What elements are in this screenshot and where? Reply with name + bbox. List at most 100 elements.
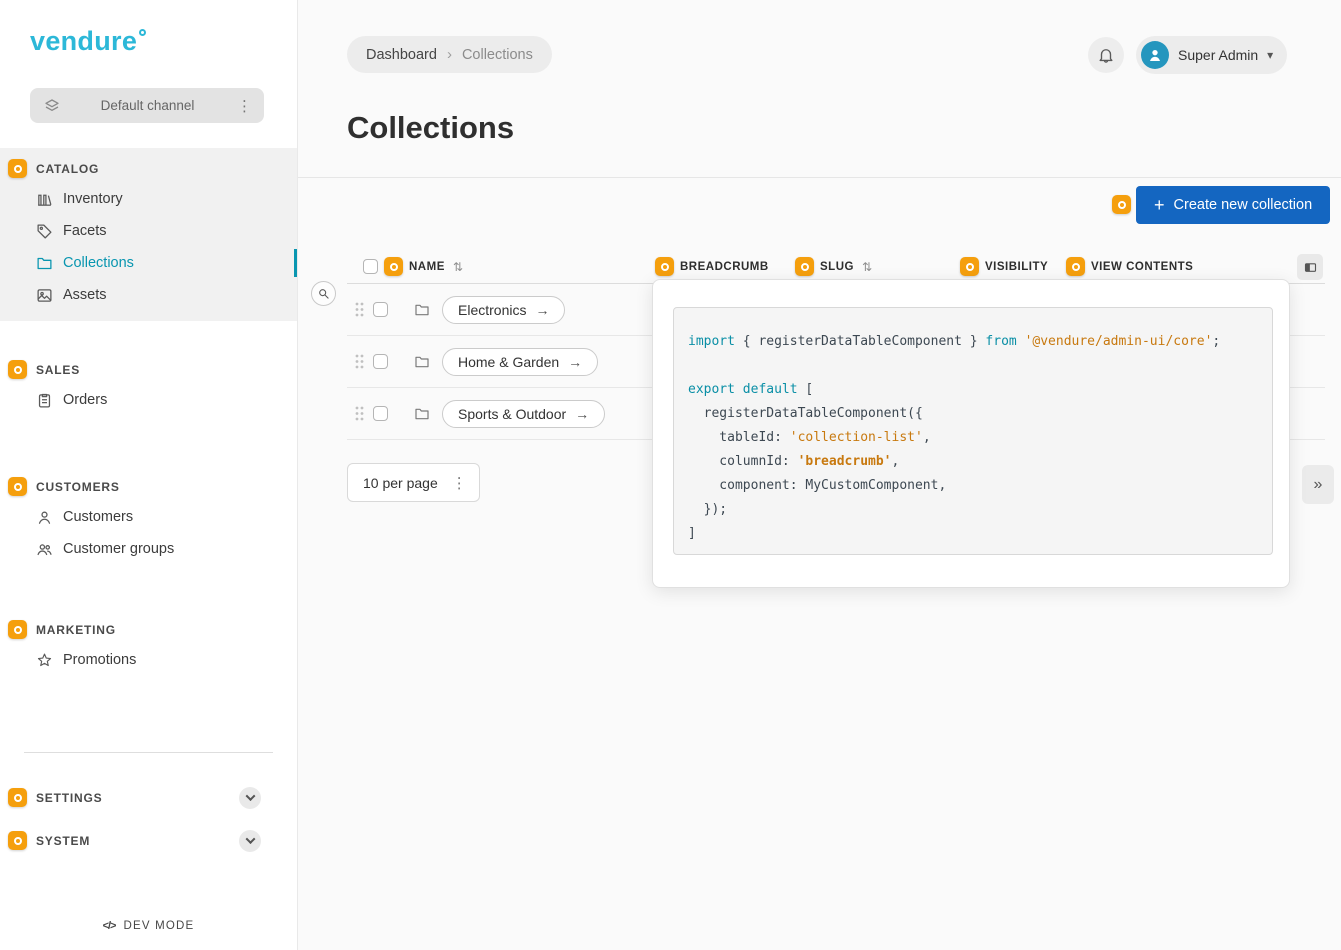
devmode-badge-icon[interactable] (384, 257, 403, 276)
collection-name-chip[interactable]: Home & Garden → (442, 348, 598, 376)
section-label-system: SYSTEM (36, 834, 90, 848)
user-menu[interactable]: Super Admin ▾ (1136, 36, 1287, 74)
next-page-icon: » (1314, 476, 1323, 494)
devmode-badge-icon[interactable] (8, 360, 27, 379)
sidebar-item-label: Orders (63, 392, 107, 408)
collection-name-chip[interactable]: Sports & Outdoor → (442, 400, 605, 428)
inventory-icon (36, 191, 53, 208)
user-icon (36, 509, 53, 526)
dev-mode-indicator[interactable]: </> DEV MODE (0, 920, 297, 932)
sidebar-item-collections[interactable]: Collections (0, 247, 297, 279)
drag-handle-icon[interactable] (355, 354, 364, 369)
badge-ring-icon (1118, 201, 1126, 209)
badge-ring-icon (390, 263, 398, 271)
section-header-system[interactable]: SYSTEM (0, 826, 297, 855)
sidebar-item-facets[interactable]: Facets (0, 215, 297, 247)
code-brackets-icon: </> (103, 920, 116, 932)
row-checkbox[interactable] (373, 302, 388, 317)
breadcrumb: Dashboard › Collections (347, 36, 552, 73)
sidebar-item-label: Facets (63, 223, 107, 239)
sidebar-item-label: Customers (63, 509, 133, 525)
vendure-logo[interactable]: vendure (30, 26, 146, 57)
devmode-badge-icon[interactable] (1112, 195, 1131, 214)
channel-menu-kebab-icon[interactable]: ⋮ (235, 97, 254, 115)
settings-expand-button[interactable] (239, 787, 261, 809)
badge-ring-icon (661, 263, 669, 271)
user-name: Super Admin (1178, 47, 1258, 63)
section-label-catalog: CATALOG (36, 162, 99, 176)
collection-name-chip[interactable]: Electronics → (442, 296, 565, 324)
section-label-marketing: MARKETING (36, 623, 116, 637)
nav-section-customers: CUSTOMERS Customers Customer groups (0, 472, 297, 565)
drag-handle-icon[interactable] (355, 406, 364, 421)
tag-icon (36, 223, 53, 240)
arrow-right-icon: → (575, 406, 589, 422)
nav-section-marketing: MARKETING Promotions (0, 615, 297, 676)
folder-icon (414, 406, 430, 422)
devmode-badge-icon[interactable] (795, 257, 814, 276)
devmode-popover: import { registerDataTableComponent } fr… (652, 279, 1290, 588)
badge-ring-icon (14, 626, 22, 634)
plus-icon: + (1154, 196, 1165, 214)
channel-switcher[interactable]: Default channel ⋮ (30, 88, 264, 123)
devmode-badge-icon[interactable] (960, 257, 979, 276)
sidebar-divider (24, 752, 273, 753)
next-page-button[interactable]: » (1302, 465, 1334, 504)
section-header-sales: SALES (0, 355, 297, 384)
devmode-badge-icon[interactable] (8, 788, 27, 807)
folder-icon (36, 255, 53, 272)
section-header-catalog: CATALOG (0, 154, 297, 183)
devmode-badge-icon[interactable] (8, 620, 27, 639)
badge-ring-icon (14, 794, 22, 802)
layers-icon (44, 98, 60, 114)
per-page-label: 10 per page (363, 475, 438, 491)
header-divider (298, 177, 1341, 178)
items-per-page-button[interactable]: 10 per page ⋮ (347, 463, 480, 502)
system-expand-button[interactable] (239, 830, 261, 852)
badge-ring-icon (1072, 263, 1080, 271)
devmode-badge-icon[interactable] (8, 831, 27, 850)
section-header-settings[interactable]: SETTINGS (0, 783, 297, 812)
devmode-badge-icon[interactable] (8, 159, 27, 178)
column-label-view-contents: VIEW CONTENTS (1091, 261, 1193, 273)
notifications-button[interactable] (1088, 37, 1124, 73)
row-checkbox[interactable] (373, 354, 388, 369)
row-checkbox[interactable] (373, 406, 388, 421)
sidebar-item-customers[interactable]: Customers (0, 501, 297, 533)
devmode-badge-icon[interactable] (655, 257, 674, 276)
folder-icon (414, 354, 430, 370)
nav-section-system: SYSTEM (0, 826, 297, 855)
sidebar-item-assets[interactable]: Assets (0, 279, 297, 311)
breadcrumb-item-dashboard[interactable]: Dashboard (366, 47, 437, 63)
devmode-badge-icon[interactable] (1066, 257, 1085, 276)
select-all-checkbox[interactable] (363, 259, 378, 274)
sort-icon[interactable]: ⇅ (453, 260, 463, 274)
logo-ring-icon (139, 29, 146, 36)
breadcrumb-separator-icon: › (447, 46, 452, 63)
sidebar-item-promotions[interactable]: Promotions (0, 644, 297, 676)
clipboard-icon (36, 392, 53, 409)
devmode-badge-icon[interactable] (8, 477, 27, 496)
sidebar-item-label: Assets (63, 287, 107, 303)
main-content: Dashboard › Collections Super Admin ▾ Co… (298, 0, 1341, 950)
drag-handle-icon[interactable] (355, 302, 364, 317)
nav-section-catalog: CATALOG Inventory Facets Collections Ass… (0, 148, 297, 321)
sidebar-item-customer-groups[interactable]: Customer groups (0, 533, 297, 565)
vendure-admin-app: vendure Default channel ⋮ CATALOG Invent… (0, 0, 1341, 950)
sidebar-item-label: Inventory (63, 191, 123, 207)
section-label-customers: CUSTOMERS (36, 480, 120, 494)
image-icon (36, 287, 53, 304)
create-new-collection-button[interactable]: + Create new collection (1136, 186, 1330, 224)
bell-icon (1097, 46, 1115, 64)
chevron-down-icon: ▾ (1267, 48, 1273, 62)
sort-icon[interactable]: ⇅ (862, 260, 872, 274)
sidebar-item-inventory[interactable]: Inventory (0, 183, 297, 215)
column-label-breadcrumb: BREADCRUMB (680, 261, 769, 273)
column-label-visibility: VISIBILITY (985, 261, 1048, 273)
user-icon (1147, 47, 1163, 63)
search-button[interactable] (311, 281, 336, 306)
column-settings-button[interactable] (1297, 254, 1323, 280)
columns-icon (1303, 260, 1318, 275)
page-title: Collections (347, 110, 514, 146)
sidebar-item-orders[interactable]: Orders (0, 384, 297, 416)
